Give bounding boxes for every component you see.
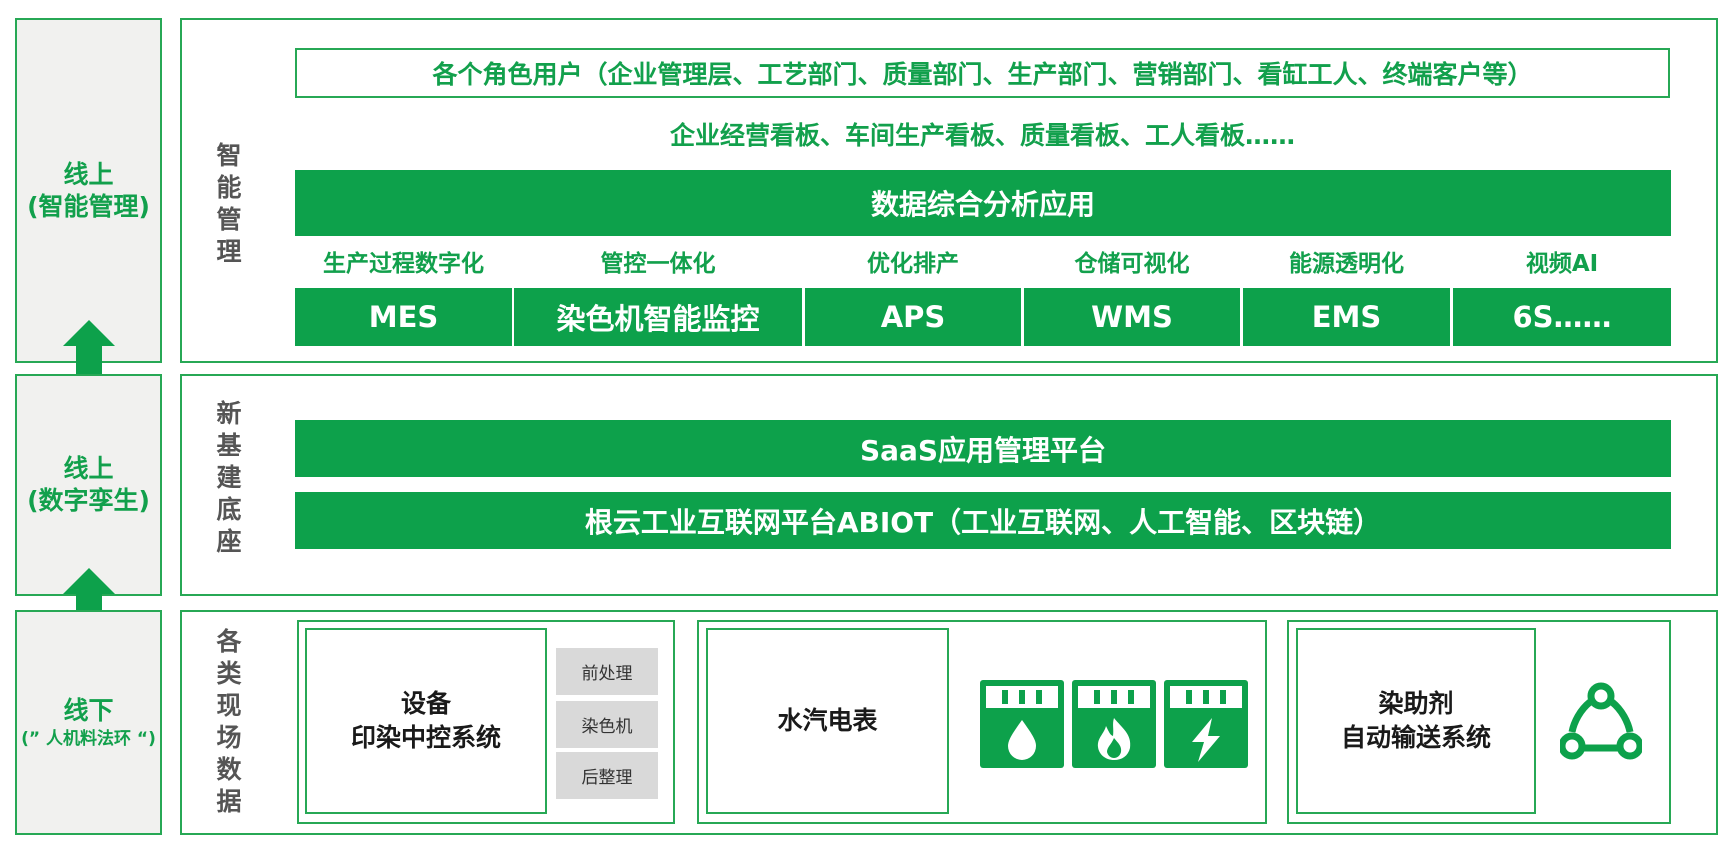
system-box-wms: WMS bbox=[1024, 288, 1240, 346]
category-label: 生产过程数字化 bbox=[323, 251, 484, 277]
left-title: 线上 bbox=[63, 454, 114, 483]
category-label: 优化排产 bbox=[867, 251, 959, 277]
category-label: 能源透明化 bbox=[1289, 251, 1404, 277]
category-label: 视频AI bbox=[1525, 251, 1599, 277]
cycle-nodes-icon bbox=[1560, 682, 1642, 760]
device-line2: 印染中控系统 bbox=[350, 723, 501, 752]
left-box-offline: 线下 (” 人机料法环 “) bbox=[15, 610, 162, 835]
saas-platform-bar: SaaS应用管理平台 bbox=[295, 420, 1671, 477]
system-box-ems: EMS bbox=[1243, 288, 1450, 346]
system-box-dye-monitor: 染色机智能监控 bbox=[514, 288, 802, 346]
device-item-finishing: 后整理 bbox=[556, 752, 658, 799]
electric-meter-icon bbox=[1164, 680, 1248, 768]
analysis-bar: 数据综合分析应用 bbox=[295, 170, 1671, 236]
category-label: 管控一体化 bbox=[600, 251, 716, 277]
abiot-platform-bar: 根云工业互联网平台ABIOT（工业互联网、人工智能、区块链） bbox=[295, 492, 1671, 549]
category-label: 仓储可视化 bbox=[1074, 251, 1190, 277]
gas-meter-icon bbox=[1072, 680, 1156, 768]
boards-text: 企业经营看板、车间生产看板、质量看板、工人看板…… bbox=[669, 121, 1295, 150]
meters-title-box: 水汽电表 bbox=[706, 628, 949, 814]
left-subtitle: (数字孪生) bbox=[27, 486, 150, 515]
left-subtitle: (智能管理) bbox=[27, 191, 150, 221]
dye-line2: 自动输送系统 bbox=[1340, 723, 1491, 752]
left-box-digital-twin: 线上 (数字孪生) bbox=[15, 374, 162, 596]
device-control-box: 设备 印染中控系统 bbox=[305, 628, 547, 814]
device-line1: 设备 bbox=[400, 689, 451, 718]
vertical-label: 智能管理 bbox=[216, 141, 242, 266]
system-box-mes: MES bbox=[295, 288, 512, 346]
left-title: 线上 bbox=[63, 159, 114, 189]
meters-title: 水汽电表 bbox=[777, 706, 878, 735]
dye-line1: 染助剂 bbox=[1378, 689, 1454, 718]
vertical-label: 各类现场数据 bbox=[216, 627, 242, 816]
left-subtitle: (” 人机料法环 “) bbox=[21, 728, 156, 749]
water-meter-icon bbox=[980, 680, 1064, 768]
device-item-dyeing-machine: 染色机 bbox=[556, 701, 658, 748]
panel-infrastructure bbox=[180, 374, 1718, 596]
roles-box: 各个角色用户（企业管理层、工艺部门、质量部门、生产部门、营销部门、看缸工人、终端… bbox=[295, 48, 1670, 98]
system-box-aps: APS bbox=[805, 288, 1021, 346]
dye-delivery-box: 染助剂 自动输送系统 bbox=[1296, 628, 1536, 814]
left-title: 线下 bbox=[63, 695, 114, 725]
device-item-pretreatment: 前处理 bbox=[556, 648, 658, 695]
up-arrow-icon bbox=[63, 320, 115, 376]
left-box-intelligent: 线上 (智能管理) bbox=[15, 18, 162, 363]
vertical-label: 新基建底座 bbox=[216, 399, 242, 556]
system-box-6s: 6S…… bbox=[1453, 288, 1671, 346]
